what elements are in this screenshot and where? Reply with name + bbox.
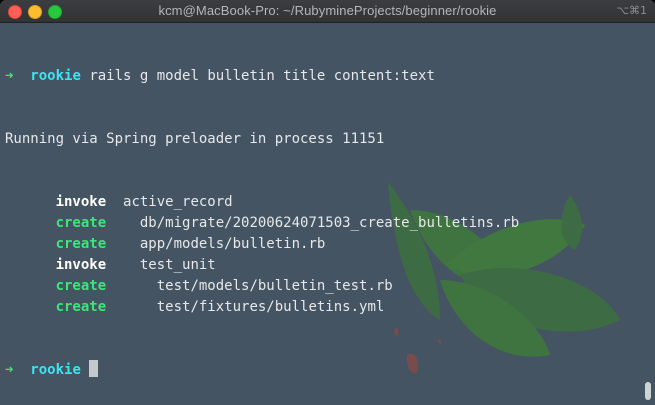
generator-line: create test/fixtures/bulletins.yml [5, 297, 645, 318]
terminal-window: kcm@MacBook-Pro: ~/RubymineProjects/begi… [0, 0, 655, 405]
prompt-arrow-icon: ➜ [5, 362, 14, 378]
generator-action: create [55, 215, 107, 231]
generator-action: create [55, 278, 107, 294]
generator-action: create [55, 299, 107, 315]
command-line: ➜ rookie rails g model bulletin title co… [5, 66, 645, 87]
generator-path: app/models/bulletin.rb [139, 236, 326, 252]
active-prompt-line[interactable]: ➜ rookie [5, 360, 645, 381]
generator-line: create app/models/bulletin.rb [5, 234, 645, 255]
generator-line: create test/models/bulletin_test.rb [5, 276, 645, 297]
generator-action: invoke [55, 257, 107, 273]
generator-path: active_record [123, 194, 233, 210]
output-header: Running via Spring preloader in process … [5, 131, 385, 147]
prompt-arrow-icon: ➜ [5, 68, 14, 84]
generator-line: invoke active_record [5, 192, 645, 213]
generator-line: invoke test_unit [5, 255, 645, 276]
scrollbar[interactable] [645, 382, 651, 400]
generator-action: invoke [55, 194, 107, 210]
window-title: kcm@MacBook-Pro: ~/RubymineProjects/begi… [158, 3, 497, 18]
prompt-directory: rookie [30, 362, 81, 378]
generator-path: test_unit [139, 257, 216, 273]
prompt-directory: rookie [30, 68, 81, 84]
generator-path: test/fixtures/bulletins.yml [156, 299, 385, 315]
text-cursor [89, 360, 99, 377]
terminal-output[interactable]: ➜ rookie rails g model bulletin title co… [5, 24, 645, 399]
title-bar[interactable]: kcm@MacBook-Pro: ~/RubymineProjects/begi… [0, 0, 655, 23]
generator-line: create db/migrate/20200624071503_create_… [5, 213, 645, 234]
window-shortcut: ⌥⌘1 [616, 4, 647, 17]
generator-action: create [55, 236, 107, 252]
generator-path: test/models/bulletin_test.rb [156, 278, 393, 294]
generator-path: db/migrate/20200624071503_create_bulleti… [139, 215, 520, 231]
command-text: rails g model bulletin title content:tex… [89, 68, 435, 84]
